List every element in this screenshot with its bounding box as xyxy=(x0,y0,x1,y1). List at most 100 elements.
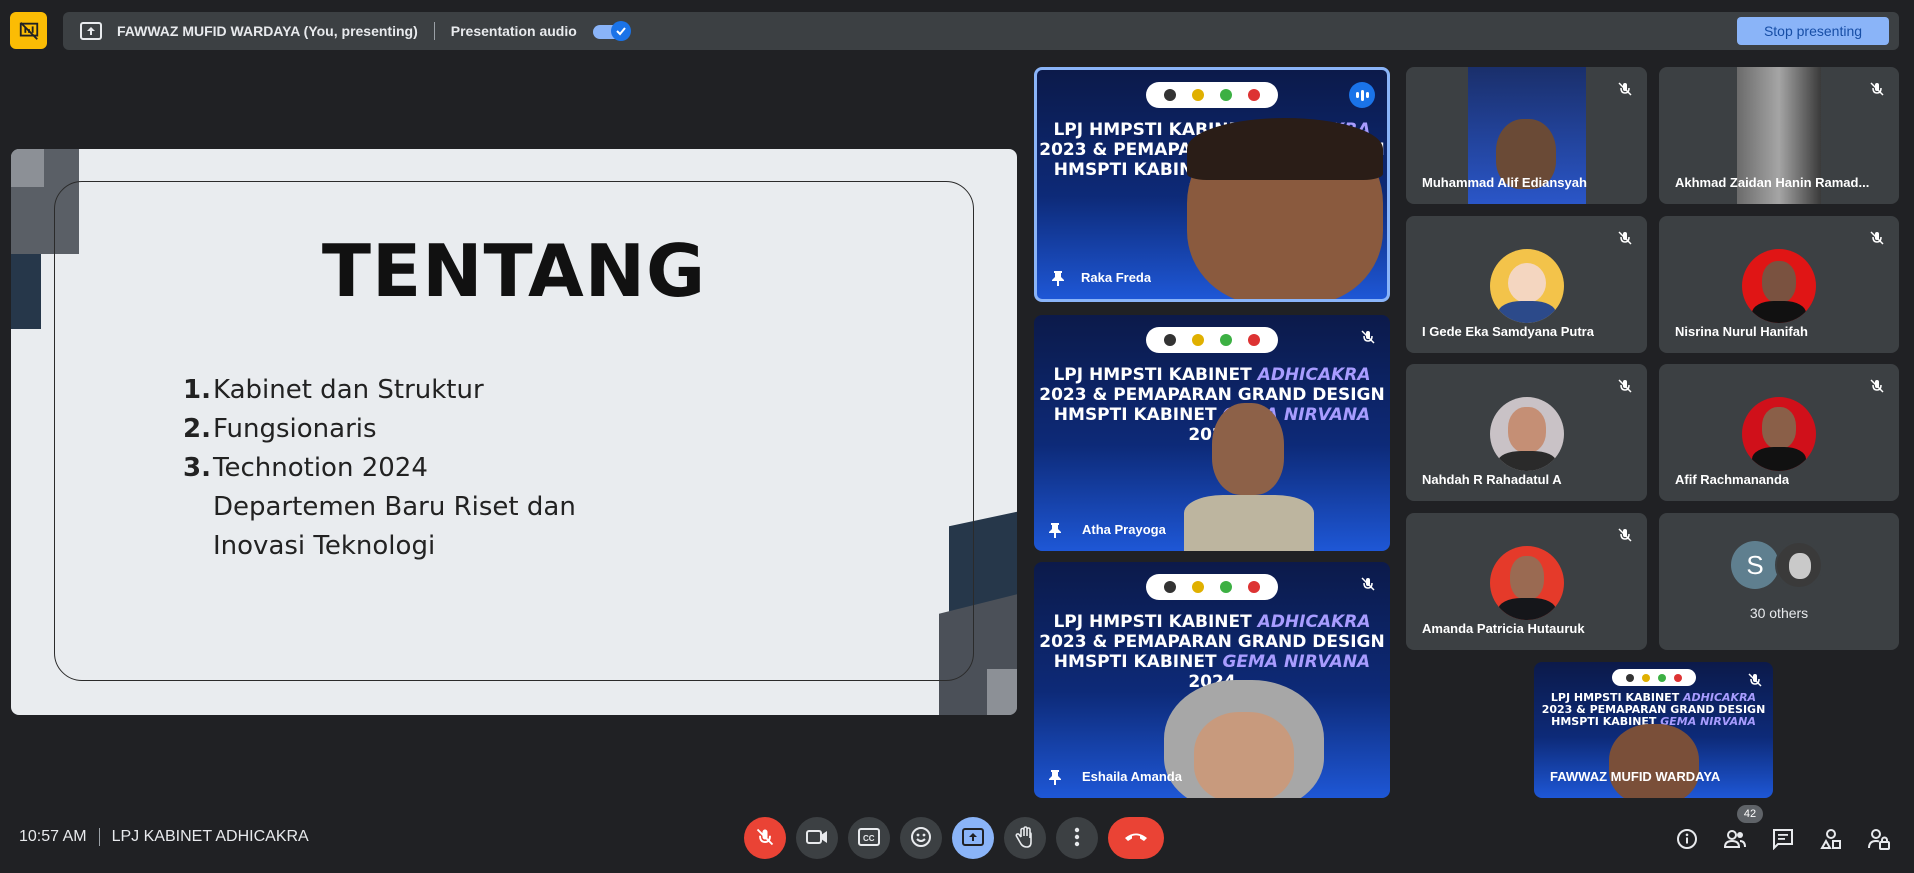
check-icon xyxy=(610,21,631,41)
list-item: 3. Technotion 2024 xyxy=(183,449,576,488)
list-text: Fungsionaris xyxy=(213,414,377,444)
mic-off-icon xyxy=(1867,79,1887,99)
microphone-toggle-button[interactable] xyxy=(744,817,786,859)
participant-count-badge: 42 xyxy=(1737,805,1763,823)
present-to-all-icon xyxy=(962,827,984,850)
raise-hand-icon xyxy=(1015,825,1035,851)
captions-icon: CC xyxy=(858,827,880,849)
list-number xyxy=(183,527,213,566)
list-item: 2. Fungsionaris xyxy=(183,410,576,449)
others-tile[interactable]: S 30 others xyxy=(1659,513,1899,650)
clock-time: 10:57 AM xyxy=(19,828,87,845)
participant-name: I Gede Eka Samdyana Putra xyxy=(1422,324,1594,339)
list-item: Inovasi Teknologi xyxy=(183,527,576,566)
participant-name: Atha Prayoga xyxy=(1082,522,1166,537)
mic-off-icon xyxy=(1615,376,1635,396)
banner-line: LPJ HMPSTI KABINET ADHICAKRA xyxy=(1034,612,1390,632)
others-avatars: S xyxy=(1731,541,1827,589)
participant-face xyxy=(1194,712,1294,798)
participant-face xyxy=(1212,403,1284,495)
participant-name: Eshaila Amanda xyxy=(1082,769,1182,784)
participant-name: Nisrina Nurul Hanifah xyxy=(1675,324,1808,339)
pin-icon[interactable] xyxy=(1046,768,1064,786)
list-text: Technotion 2024 xyxy=(213,453,428,483)
avatar: S xyxy=(1731,541,1779,589)
stop-presenting-button[interactable]: Stop presenting xyxy=(1737,17,1889,45)
lock-person-icon[interactable] xyxy=(1866,826,1892,852)
banner-text: LPJ HMPSTI KABINET ADHICAKRA 2023 & PEMA… xyxy=(1034,612,1390,692)
participant-tile-gede[interactable]: I Gede Eka Samdyana Putra xyxy=(1406,216,1647,353)
participant-name: Muhammad Alif Ediansyah xyxy=(1422,175,1587,190)
presentation-off-icon[interactable] xyxy=(10,12,47,49)
participant-video xyxy=(1184,495,1314,551)
present-now-button[interactable] xyxy=(952,817,994,859)
more-vert-icon xyxy=(1074,827,1080,850)
banner-text-part: HMSPTI KABINET xyxy=(1053,652,1223,672)
mic-off-icon xyxy=(1867,228,1887,248)
captions-button[interactable]: CC xyxy=(848,817,890,859)
presenter-name: FAWWAZ MUFID WARDAYA (You, presenting) xyxy=(117,23,418,39)
pin-icon[interactable] xyxy=(1046,521,1064,539)
avatar xyxy=(1742,397,1816,471)
emoji-icon xyxy=(910,826,932,851)
banner-text-highlight: GEMA NIRVANA xyxy=(1222,652,1371,672)
reactions-button[interactable] xyxy=(900,817,942,859)
list-text: Inovasi Teknologi xyxy=(213,531,436,561)
participant-tile-zaidan[interactable]: Akhmad Zaidan Hanin Ramad... xyxy=(1659,67,1899,204)
camera-icon xyxy=(806,829,828,848)
mic-off-icon xyxy=(1745,670,1765,690)
present-to-all-icon xyxy=(79,19,103,43)
mic-off-icon xyxy=(1358,574,1378,594)
participant-tile-amanda[interactable]: Amanda Patricia Hutauruk xyxy=(1406,513,1647,650)
avatar xyxy=(1489,546,1564,620)
participant-tile-afif[interactable]: Afif Rachmananda xyxy=(1659,364,1899,501)
list-item: Departemen Baru Riset dan xyxy=(183,488,576,527)
participant-tile-nisrina[interactable]: Nisrina Nurul Hanifah xyxy=(1659,216,1899,353)
presentation-slide: TENTANG 1. Kabinet dan Struktur 2. Fungsio… xyxy=(11,149,1017,715)
people-icon[interactable] xyxy=(1722,826,1748,852)
camera-toggle-button[interactable] xyxy=(796,817,838,859)
banner-logos xyxy=(1146,574,1278,600)
mic-off-icon xyxy=(755,827,775,850)
banner-logos xyxy=(1146,327,1278,353)
raise-hand-button[interactable] xyxy=(1004,817,1046,859)
banner-line: LPJ HMPSTI KABINET ADHICAKRA xyxy=(1034,365,1390,385)
meeting-info: 10:57 AM LPJ KABINET ADHICAKRA xyxy=(19,828,309,846)
activities-icon[interactable] xyxy=(1818,826,1844,852)
slide-decor xyxy=(987,669,1017,715)
presentation-audio-toggle[interactable] xyxy=(592,21,631,41)
more-options-button[interactable] xyxy=(1056,817,1098,859)
divider xyxy=(98,828,100,846)
banner-text-highlight: ADHICAKRA xyxy=(1257,365,1371,385)
participant-video xyxy=(1609,724,1699,798)
avatar xyxy=(1489,397,1564,471)
mic-off-icon xyxy=(1358,327,1378,347)
avatar xyxy=(1775,541,1823,589)
participant-tile-atha[interactable]: LPJ HMPSTI KABINET ADHICAKRA 2023 & PEMA… xyxy=(1034,315,1390,551)
avatar xyxy=(1489,249,1564,323)
presentation-bar: FAWWAZ MUFID WARDAYA (You, presenting) P… xyxy=(63,12,1899,50)
list-number: 2. xyxy=(183,414,211,444)
list-text: Kabinet dan Struktur xyxy=(213,375,484,405)
mic-off-icon xyxy=(1867,376,1887,396)
list-number: 1. xyxy=(183,375,211,405)
leave-call-button[interactable] xyxy=(1108,817,1164,859)
slide-list: 1. Kabinet dan Struktur 2. Fungsionaris 3.… xyxy=(183,371,576,566)
banner-logos xyxy=(1146,82,1278,108)
banner-text-part: LPJ HMPSTI KABINET xyxy=(1053,612,1258,632)
pin-icon[interactable] xyxy=(1049,269,1067,287)
mic-off-icon xyxy=(1615,525,1635,545)
participant-tile-nahdah[interactable]: Nahdah R Rahadatul A xyxy=(1406,364,1647,501)
participant-tile-raka[interactable]: LPJ HMPSTI KABINET ADHICAKRA 2023 & PEMA… xyxy=(1034,67,1390,302)
participant-name: Nahdah R Rahadatul A xyxy=(1422,472,1562,487)
participant-name: Raka Freda xyxy=(1081,270,1152,285)
info-icon[interactable] xyxy=(1674,826,1700,852)
participant-tile-eshaila[interactable]: LPJ HMPSTI KABINET ADHICAKRA 2023 & PEMA… xyxy=(1034,562,1390,798)
self-view-tile[interactable]: LPJ HMPSTI KABINET ADHICAKRA 2023 & PEMA… xyxy=(1534,662,1773,798)
banner-line: 2023 & PEMAPARAN GRAND DESIGN xyxy=(1039,385,1385,405)
svg-text:CC: CC xyxy=(863,834,875,843)
participant-name: Amanda Patricia Hutauruk xyxy=(1422,621,1585,636)
others-count: 30 others xyxy=(1749,605,1809,621)
participant-tile-alif[interactable]: Muhammad Alif Ediansyah xyxy=(1406,67,1647,204)
chat-icon[interactable] xyxy=(1770,826,1796,852)
